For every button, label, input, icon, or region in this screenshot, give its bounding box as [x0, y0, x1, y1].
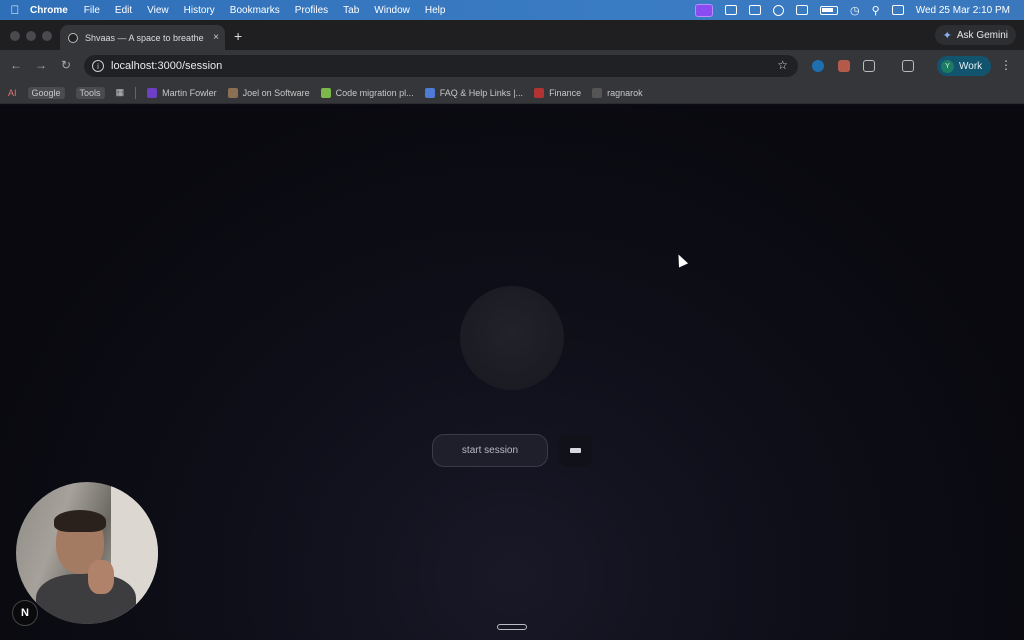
- forward-arrow-icon[interactable]: →: [33, 58, 49, 72]
- bookmark-label: ragnarok: [607, 87, 643, 98]
- keyboard-icon[interactable]: [796, 5, 809, 15]
- play-icon[interactable]: [773, 4, 785, 16]
- menu-edit[interactable]: Edit: [115, 5, 132, 16]
- faq-icon: [424, 87, 435, 98]
- browser-toolbar: ← → ↻ i localhost:3000/session ☆ Y Work …: [0, 50, 1024, 82]
- mouse-cursor: [673, 252, 689, 268]
- bookmark-martin-fowler[interactable]: Martin Fowler: [147, 87, 217, 98]
- joel-icon: [227, 87, 238, 98]
- martin-fowler-icon: [147, 87, 158, 98]
- profile-button[interactable]: Y Work: [937, 56, 991, 76]
- menu-file[interactable]: File: [84, 5, 100, 16]
- bookmark-finance[interactable]: Finance: [534, 87, 582, 98]
- webcam-bubble[interactable]: [16, 482, 158, 624]
- apple-icon[interactable]: : [0, 3, 30, 17]
- stats-icon[interactable]: [725, 5, 738, 15]
- control-center-icon[interactable]: [891, 5, 904, 15]
- tab-title: Shvaas — A space to breathe: [85, 32, 204, 43]
- macos-menu-bar:  Chrome File Edit View History Bookmark…: [0, 0, 1024, 20]
- bookmark-faq[interactable]: FAQ & Help Links |...: [424, 87, 524, 98]
- search-icon[interactable]: ⚲: [872, 4, 880, 17]
- tab-strip: Shvaas — A space to breathe × + ✦ Ask Ge…: [0, 20, 1024, 50]
- nextjs-dev-badge[interactable]: N: [12, 600, 38, 626]
- close-icon[interactable]: ×: [207, 32, 225, 43]
- bookmark-tools[interactable]: Tools: [75, 86, 105, 99]
- bookmark-label: Martin Fowler: [162, 87, 217, 98]
- bookmark-label: FAQ & Help Links |...: [439, 87, 524, 98]
- more-menu-icon[interactable]: ⋮: [1000, 58, 1012, 72]
- avatar: Y: [941, 59, 954, 73]
- menu-tab[interactable]: Tab: [343, 5, 359, 16]
- bookmark-label: Joel on Software: [242, 87, 310, 98]
- bookmark-ragnarok[interactable]: ragnarok: [592, 87, 643, 98]
- screen-record-icon[interactable]: [695, 3, 714, 17]
- profile-label: Work: [959, 60, 983, 72]
- bookmark-code-migration[interactable]: Code migration pl...: [320, 87, 414, 98]
- bookmark-ai[interactable]: AI: [8, 88, 17, 98]
- menu-history[interactable]: History: [184, 5, 215, 16]
- menu-window[interactable]: Window: [374, 5, 410, 16]
- close-window-button[interactable]: [10, 31, 20, 41]
- menu-datetime[interactable]: Wed 25 Mar 2:10 PM: [916, 5, 1010, 16]
- new-tab-button[interactable]: +: [234, 28, 242, 44]
- bookmark-divider: [135, 86, 137, 99]
- bookmark-google[interactable]: Google: [27, 86, 65, 99]
- finance-icon: [534, 87, 545, 98]
- bookmark-joel-on-software[interactable]: Joel on Software: [227, 87, 310, 98]
- webcam-person-body: [36, 574, 136, 624]
- start-session-button[interactable]: start session: [432, 434, 548, 467]
- webcam-person-hair: [54, 510, 106, 532]
- zoom-window-button[interactable]: [42, 31, 52, 41]
- code-migration-icon: [320, 87, 331, 98]
- battery-icon[interactable]: [820, 5, 839, 15]
- webcam-person-hand: [88, 560, 114, 594]
- minimize-window-button[interactable]: [26, 31, 36, 41]
- bookmarks-bar: AI Google Tools ▦ Martin Fowler Joel on …: [0, 82, 1024, 104]
- keyboard-icon: [570, 448, 581, 453]
- address-bar[interactable]: i localhost:3000/session ☆: [84, 55, 798, 77]
- apps-grid-icon[interactable]: ▦: [116, 87, 125, 98]
- wifi-icon[interactable]: ◷: [850, 4, 860, 17]
- extension-icon[interactable]: [838, 60, 850, 72]
- bookmark-label: Finance: [549, 87, 582, 98]
- ask-gemini-button[interactable]: ✦ Ask Gemini: [934, 25, 1016, 45]
- ragnarok-icon: [592, 87, 603, 98]
- url-text[interactable]: localhost:3000/session: [111, 60, 222, 72]
- menu-help[interactable]: Help: [425, 5, 446, 16]
- keyboard-toggle-button[interactable]: [559, 434, 592, 467]
- menu-bookmarks[interactable]: Bookmarks: [230, 5, 280, 16]
- breathing-orb: [460, 286, 564, 390]
- gemini-icon: ✦: [942, 29, 952, 42]
- tab-active[interactable]: Shvaas — A space to breathe ×: [60, 25, 225, 50]
- side-panel-icon[interactable]: [902, 60, 914, 72]
- bookmark-star-icon[interactable]: ☆: [777, 58, 788, 72]
- settings-icon[interactable]: [749, 5, 762, 15]
- bookmark-label: Code migration pl...: [335, 87, 414, 98]
- menu-profiles[interactable]: Profiles: [295, 5, 328, 16]
- site-info-icon[interactable]: i: [92, 60, 104, 72]
- back-arrow-icon[interactable]: ←: [8, 58, 24, 72]
- react-devtools-icon[interactable]: [812, 60, 824, 72]
- ask-gemini-label: Ask Gemini: [956, 29, 1008, 41]
- reload-icon[interactable]: ↻: [58, 58, 74, 72]
- menu-view[interactable]: View: [147, 5, 169, 16]
- menu-app-name[interactable]: Chrome: [30, 5, 68, 16]
- drag-handle[interactable]: [497, 624, 527, 630]
- puzzle-icon[interactable]: [863, 60, 875, 72]
- moon-icon: [68, 32, 78, 43]
